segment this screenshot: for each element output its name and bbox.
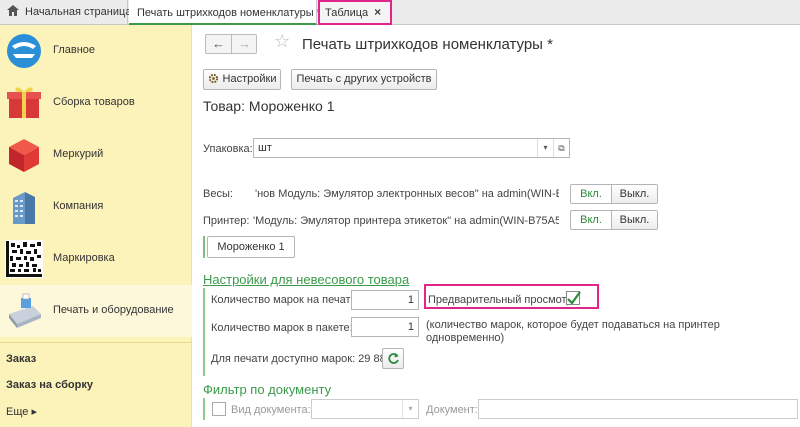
- available-marks-text: Для печати доступно марок: 29 886: [211, 353, 392, 365]
- product-title: Товар: Мороженко 1: [203, 98, 335, 114]
- packaging-label: Упаковка:: [203, 143, 253, 155]
- sidebar-item-mercury[interactable]: Меркурий: [0, 129, 192, 181]
- datamatrix-icon: [5, 240, 43, 278]
- sidebar-item-label: Меркурий: [53, 148, 104, 160]
- sidebar-link-order[interactable]: Заказ: [6, 353, 36, 365]
- doc-type-label: Вид документа:: [231, 404, 311, 416]
- scales-label: Весы:: [203, 188, 233, 200]
- tab-table-label: Таблица: [325, 7, 369, 19]
- scales-device: 'нов Модуль: Эмулятор электронных весов"…: [255, 188, 559, 200]
- sidebar-item-assembly[interactable]: Сборка товаров: [0, 77, 192, 129]
- tab-home[interactable]: Начальная страница: [0, 0, 132, 25]
- marks-to-print-label: Количество марок на печать:: [211, 294, 360, 306]
- settings-button-label: Настройки: [222, 73, 277, 85]
- chevron-down-icon[interactable]: ▾: [537, 139, 553, 157]
- marks-in-pack-note: (количество марок, которое будет подават…: [426, 319, 720, 344]
- product-button[interactable]: Мороженко 1: [207, 236, 295, 258]
- sidebar-item-label: Главное: [53, 44, 96, 56]
- section-bar: [203, 398, 205, 420]
- tab-print-barcodes[interactable]: Печать штрихкодов номенклатуры *×: [129, 0, 334, 25]
- sidebar: Главное Сборка товаров Меркурий Компания…: [0, 25, 192, 427]
- cash-register-icon: [9, 293, 41, 328]
- scales-off-button[interactable]: Выкл.: [612, 185, 657, 203]
- product-button-marker: [203, 236, 205, 258]
- chevron-down-icon[interactable]: ▾: [402, 400, 418, 418]
- tab-home-label: Начальная страница: [25, 6, 132, 18]
- nonweight-section-title[interactable]: Настройки для невесового товара: [203, 272, 409, 287]
- print-other-devices-button[interactable]: Печать с других устройств: [291, 69, 437, 90]
- building-icon: [13, 192, 35, 224]
- sidebar-item-label: Печать и оборудование: [53, 304, 174, 316]
- history-nav: ← →: [205, 34, 257, 54]
- sidebar-link-assembly-order[interactable]: Заказ на сборку: [6, 379, 93, 391]
- printer-on-button[interactable]: Вкл.: [571, 211, 611, 229]
- sidebar-item-print-equipment[interactable]: Печать и оборудование: [0, 285, 192, 337]
- sidebar-item-company[interactable]: Компания: [0, 181, 192, 233]
- sidebar-more-link[interactable]: Еще ▸: [6, 405, 37, 418]
- doc-type-select[interactable]: ▾: [311, 399, 419, 419]
- sidebar-item-label: Компания: [53, 200, 104, 212]
- tab-table[interactable]: Таблица ×: [318, 0, 392, 25]
- sidebar-item-main[interactable]: Главное: [0, 25, 192, 77]
- sidebar-item-label: Маркировка: [53, 252, 115, 264]
- preview-label: Предварительный просмотр:: [428, 294, 576, 306]
- forward-arrow-icon[interactable]: →: [232, 37, 257, 51]
- checkmark-icon: [567, 291, 581, 305]
- printer-off-button[interactable]: Выкл.: [612, 211, 657, 229]
- refresh-button[interactable]: [382, 348, 404, 369]
- scales-toggle: Вкл. Выкл.: [570, 184, 658, 204]
- red-cube-icon: [9, 139, 39, 172]
- close-icon[interactable]: ×: [374, 2, 381, 23]
- sidebar-divider: [0, 342, 192, 343]
- gear-icon: [208, 73, 218, 84]
- settings-button[interactable]: Настройки: [203, 69, 281, 90]
- packaging-select[interactable]: шт ▾ ⧉: [253, 138, 570, 158]
- packaging-value: шт: [258, 142, 272, 154]
- tab-bar: Начальная страница Печать штрихкодов ном…: [0, 0, 800, 25]
- marks-to-print-input[interactable]: 1: [351, 290, 419, 310]
- sidebar-item-label: Сборка товаров: [53, 96, 135, 108]
- gift-box-icon: [7, 87, 41, 118]
- favorite-star-icon[interactable]: ☆: [274, 31, 290, 52]
- printer-device: 'Модуль: Эмулятор принтера этикеток" на …: [253, 215, 559, 227]
- section-bar: [203, 288, 205, 376]
- main-form: ← → ☆ Печать штрихкодов номенклатуры * Н…: [193, 26, 800, 427]
- doc-filter-checkbox[interactable]: [212, 402, 226, 416]
- marks-in-pack-input[interactable]: 1: [351, 317, 419, 337]
- refresh-icon: [388, 353, 399, 364]
- doc-label: Документ:: [426, 404, 478, 416]
- sidebar-item-marking[interactable]: Маркировка: [0, 233, 192, 285]
- preview-checkbox[interactable]: [566, 291, 581, 305]
- page-title: Печать штрихкодов номенклатуры *: [302, 36, 553, 53]
- back-arrow-icon[interactable]: ←: [206, 37, 231, 51]
- tab-print-label: Печать штрихкодов номенклатуры *: [137, 7, 322, 19]
- doc-filter-title[interactable]: Фильтр по документу: [203, 382, 331, 397]
- home-icon: [7, 5, 19, 16]
- printer-toggle: Вкл. Выкл.: [570, 210, 658, 230]
- main-logo-icon: [7, 34, 41, 68]
- scales-on-button[interactable]: Вкл.: [571, 185, 611, 203]
- marks-in-pack-label: Количество марок в пакете:: [211, 322, 353, 334]
- document-input[interactable]: [478, 399, 798, 419]
- open-link-icon[interactable]: ⧉: [553, 139, 569, 157]
- printer-label: Принтер:: [203, 215, 250, 227]
